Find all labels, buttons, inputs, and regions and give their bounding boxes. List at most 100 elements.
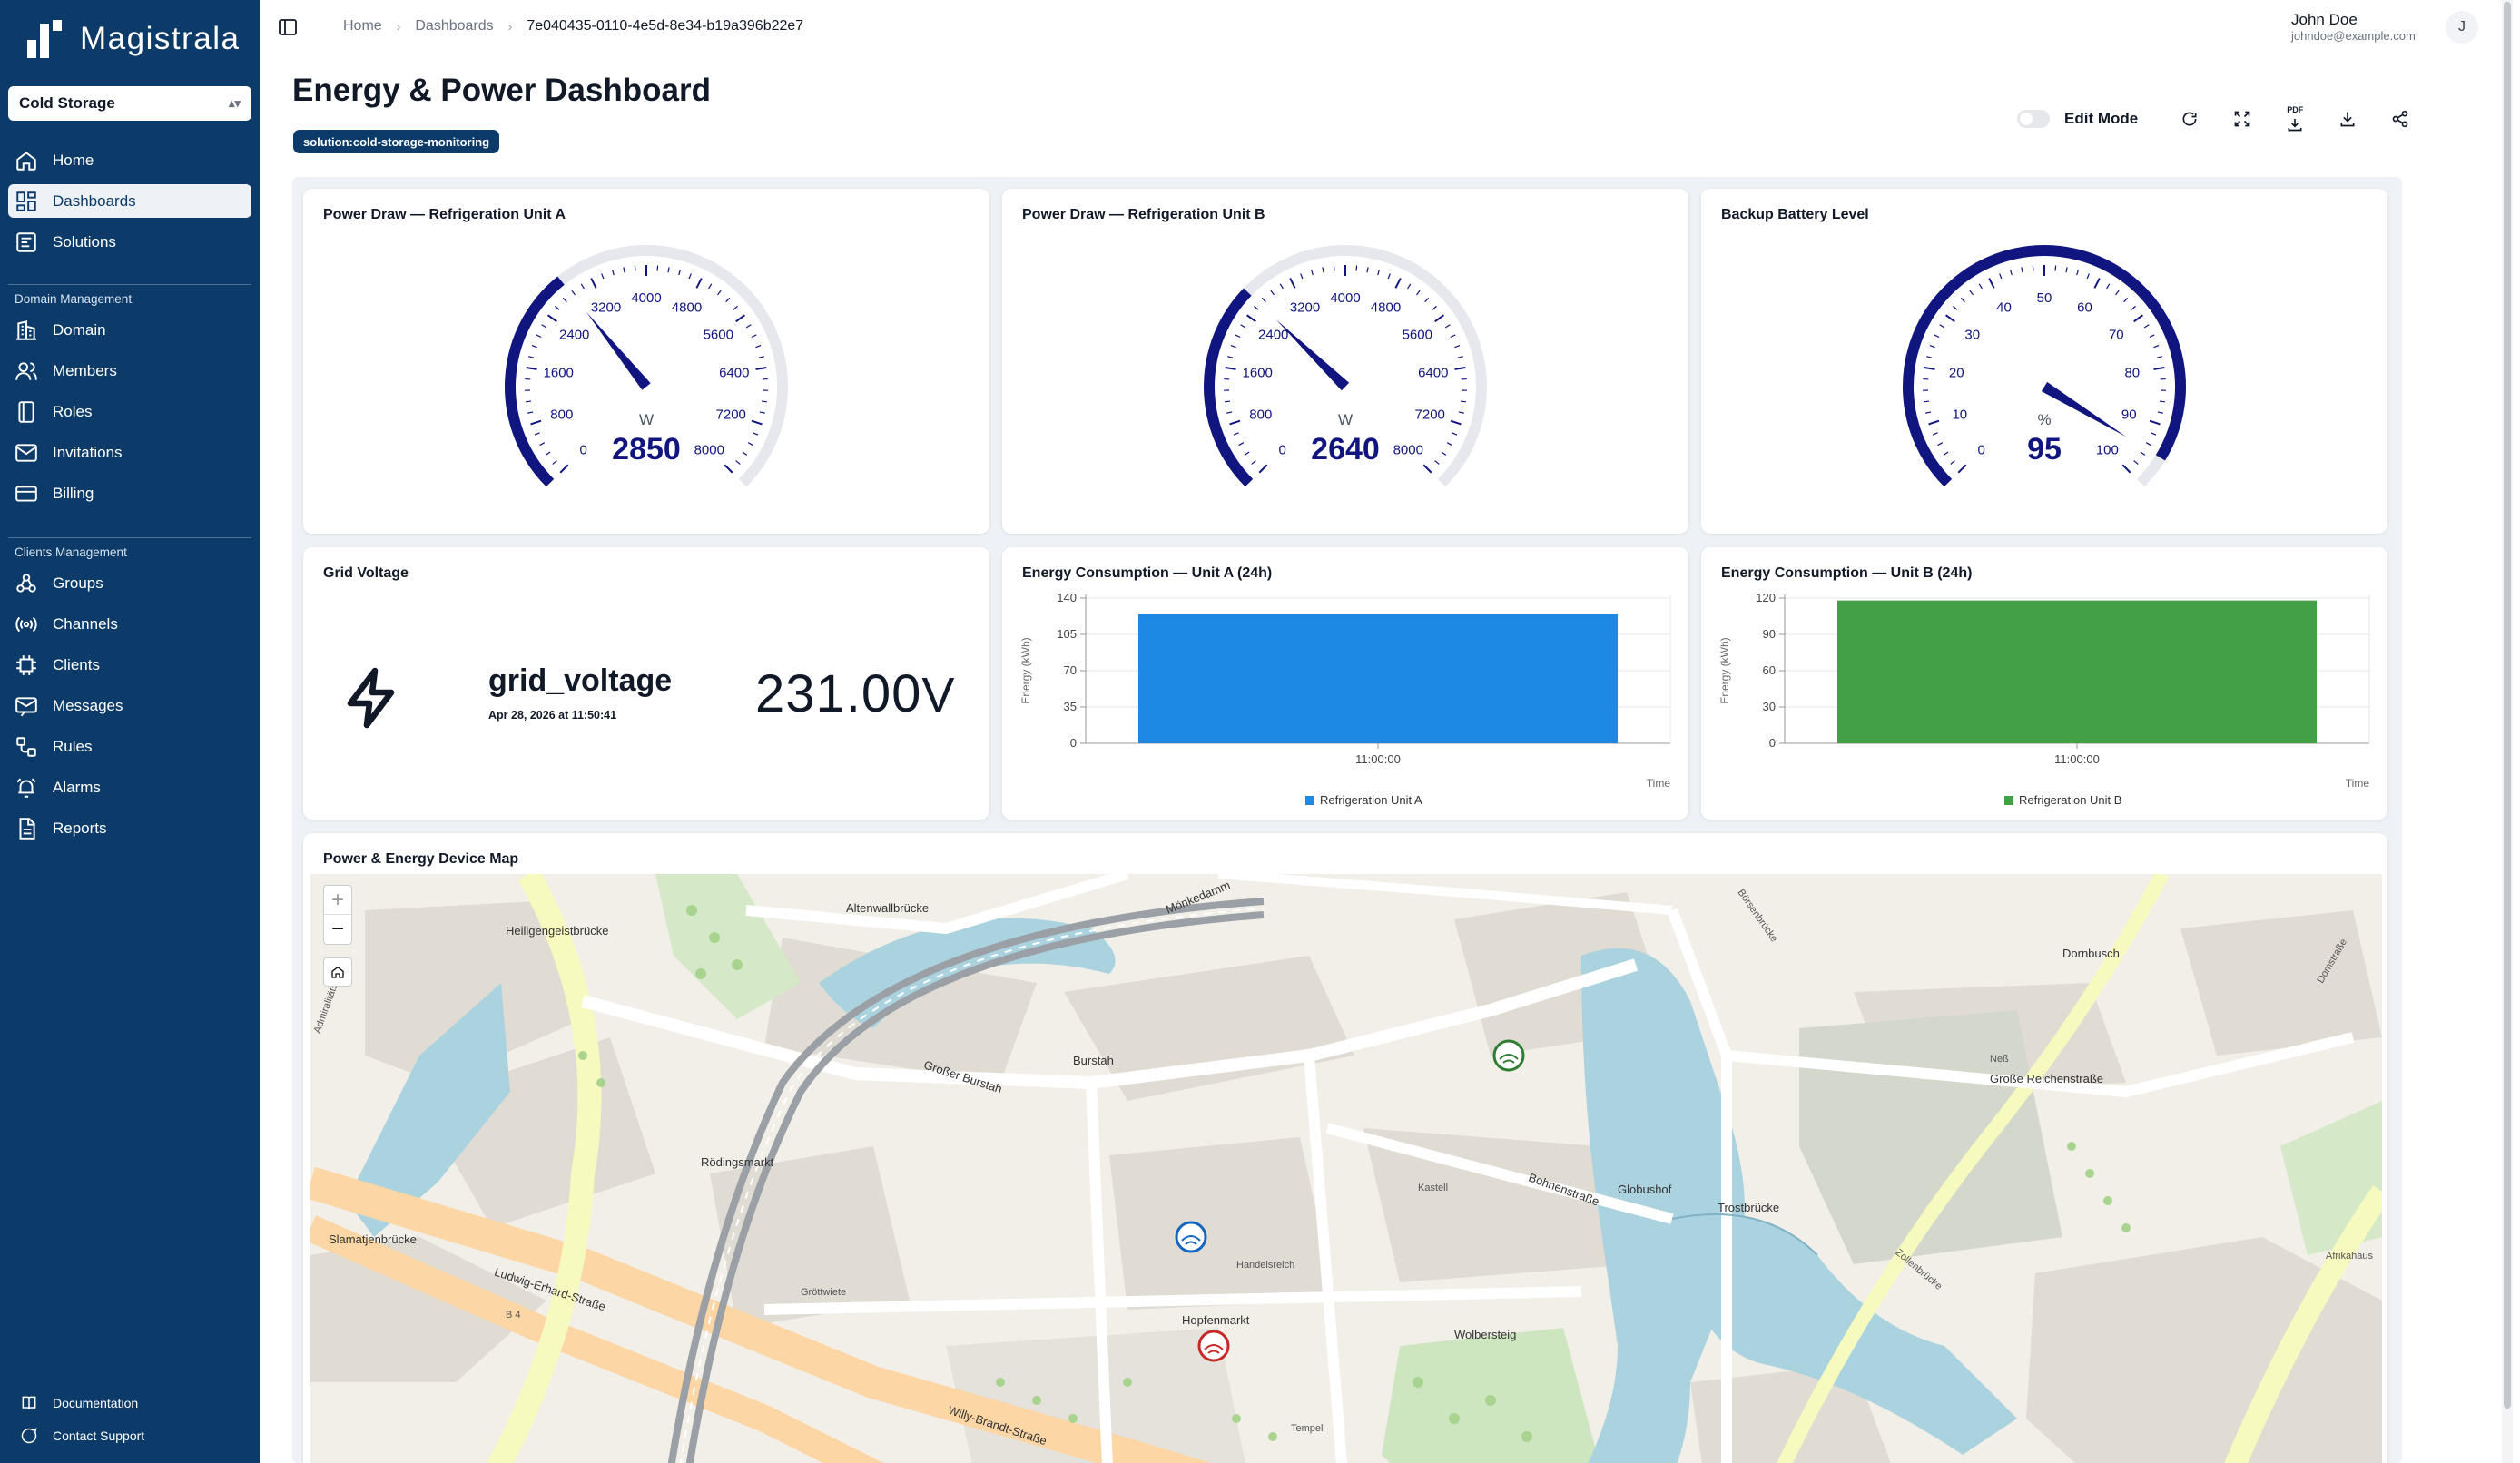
- gauge-tick: [1925, 411, 1932, 414]
- gauge-tick: [1355, 265, 1358, 271]
- toggle-sidebar-button[interactable]: [278, 18, 298, 36]
- gauge-tick: [1950, 460, 1955, 465]
- device-marker[interactable]: [1175, 1221, 1207, 1253]
- share-button[interactable]: [2374, 102, 2426, 136]
- gauge-tick: [1454, 367, 1466, 370]
- nav-item-reports[interactable]: Reports: [8, 811, 251, 845]
- download-button[interactable]: [2321, 102, 2374, 136]
- y-tick-label: 120: [1756, 591, 1776, 604]
- gauge-tick: [1937, 442, 1944, 447]
- gauge-tick: [530, 419, 542, 426]
- bar[interactable]: [1836, 600, 2318, 743]
- nav-item-clients[interactable]: Clients: [8, 648, 251, 682]
- gauge-tick: [1457, 356, 1463, 358]
- gauge-tick: [552, 460, 557, 465]
- gauge-widget-unit-a[interactable]: Power Draw — Refrigeration Unit A 0 800 16…: [303, 189, 989, 534]
- brand-logo[interactable]: Magistrala: [25, 20, 240, 58]
- nav-item-home[interactable]: Home: [8, 143, 251, 177]
- nav-item-label: Clients: [53, 655, 100, 673]
- documentation-link[interactable]: Documentation: [20, 1394, 138, 1412]
- solutions-icon: [16, 231, 36, 252]
- nav-item-domain[interactable]: Domain: [8, 313, 251, 347]
- nav-item-roles[interactable]: Roles: [8, 395, 251, 428]
- bar[interactable]: [1137, 614, 1619, 743]
- nav-item-channels[interactable]: Channels: [8, 607, 251, 641]
- nav-item-messages[interactable]: Messages: [8, 689, 251, 722]
- gauge-tick: [1434, 460, 1440, 465]
- device-marker[interactable]: [1492, 1039, 1525, 1072]
- nav-item-invitations[interactable]: Invitations: [8, 436, 251, 469]
- contact-support-link[interactable]: Contact Support: [20, 1427, 144, 1445]
- gauge-tick: [755, 367, 767, 370]
- gauge-tick: [695, 278, 703, 289]
- refresh-button[interactable]: [2163, 102, 2216, 136]
- export-pdf-button[interactable]: PDF: [2269, 102, 2321, 136]
- gauge-widget-battery[interactable]: Backup Battery Level 0 10 20 30 40 50 60 70 80 90…: [1701, 189, 2387, 534]
- nav-item-alarms[interactable]: Alarms: [8, 771, 251, 804]
- gauge-tick: [2054, 265, 2057, 271]
- map-label: Slamatjenbrücke: [329, 1232, 417, 1246]
- gauge-tick: [1932, 432, 1938, 436]
- gauge-tick: [2140, 451, 2146, 456]
- edit-mode-label: Edit Mode: [2064, 110, 2139, 127]
- report-icon: [19, 817, 35, 840]
- gauge-tick: [2133, 314, 2143, 323]
- nav-item-solutions[interactable]: Solutions: [8, 225, 251, 259]
- gauge-tick: [1450, 334, 1456, 339]
- gauge-tick: [1953, 305, 1958, 310]
- gauge-tick-label: 40: [1996, 300, 2012, 316]
- scrollbar-thumb[interactable]: [2504, 2, 2511, 1409]
- gauge-widget-unit-b[interactable]: Power Draw — Refrigeration Unit B 0 800 16…: [1002, 189, 1688, 534]
- nav-item-label: Dashboards: [53, 191, 136, 210]
- gauge-tick: [547, 314, 557, 323]
- breadcrumb-home[interactable]: Home: [343, 18, 382, 34]
- fullscreen-button[interactable]: [2216, 102, 2269, 136]
- gauge-tick-label: 800: [550, 407, 573, 422]
- legend-label[interactable]: Refrigeration Unit A: [1320, 793, 1422, 807]
- gauge-tick: [2086, 273, 2090, 280]
- gauge-tick: [656, 265, 659, 271]
- gauge-unit: %: [2037, 411, 2051, 428]
- device-map-widget[interactable]: Power & Energy Device Map Heiligengeistb…: [303, 833, 2387, 1463]
- nav-item-members[interactable]: Members: [8, 354, 251, 388]
- page-scrollbar[interactable]: [2502, 0, 2513, 1463]
- gauge-tick: [1446, 442, 1452, 447]
- nav-item-dashboards[interactable]: Dashboards: [8, 184, 251, 218]
- nav-item-billing[interactable]: Billing: [8, 476, 251, 510]
- gauge-tick: [1934, 334, 1940, 339]
- gauge-tick: [1225, 367, 1236, 370]
- grid-voltage-widget[interactable]: Grid Voltage grid_voltage Apr 28, 2026 a…: [303, 547, 989, 820]
- panel-left-icon: [279, 19, 297, 35]
- gauge-tick: [758, 356, 764, 358]
- zoom-in-button[interactable]: +: [324, 886, 351, 915]
- energy-chart-widget-unit-a[interactable]: Energy Consumption — Unit A (24h) Energy…: [1002, 547, 1688, 820]
- device-marker[interactable]: [1197, 1330, 1230, 1362]
- y-tick-label: 60: [1763, 663, 1776, 677]
- gauge-tick: [1244, 451, 1250, 456]
- chevron-up-down-icon: ▴▾: [228, 96, 241, 110]
- energy-chart-widget-unit-b[interactable]: Energy Consumption — Unit B (24h) Energy…: [1701, 547, 2387, 820]
- user-menu[interactable]: John Doe johndoe@example.com: [2291, 11, 2416, 43]
- nav-item-rules[interactable]: Rules: [8, 730, 251, 763]
- avatar[interactable]: J: [2446, 11, 2478, 44]
- map-label: Kastell: [1418, 1183, 1449, 1193]
- domain-select[interactable]: Cold Storage ▴▾: [8, 86, 251, 121]
- map-label: Handelsreich: [1236, 1260, 1295, 1271]
- edit-mode-toggle[interactable]: [2017, 110, 2050, 128]
- gauge-tick: [733, 305, 738, 310]
- legend-label[interactable]: Refrigeration Unit B: [2019, 793, 2121, 807]
- nav-item-groups[interactable]: Groups: [8, 566, 251, 600]
- gauge-tick: [2145, 442, 2151, 447]
- gauge-tick: [623, 267, 625, 273]
- y-tick-label: 105: [1057, 627, 1077, 641]
- breadcrumb-dashboards[interactable]: Dashboards: [415, 18, 493, 34]
- map-home-button[interactable]: [323, 957, 352, 987]
- gauge-tick-label: 0: [1978, 442, 1985, 457]
- gauge-tick: [1452, 432, 1458, 436]
- device-map[interactable]: Heiligengeistbrücke Altenwallbrücke Mönk…: [310, 874, 2382, 1463]
- nav-item-label: Home: [53, 151, 94, 169]
- zoom-out-button[interactable]: −: [324, 915, 351, 944]
- gauge-tick-label: 5600: [704, 327, 733, 342]
- y-axis-label: Energy (kWh): [1019, 637, 1032, 703]
- gauge-needle: [1275, 319, 1350, 391]
